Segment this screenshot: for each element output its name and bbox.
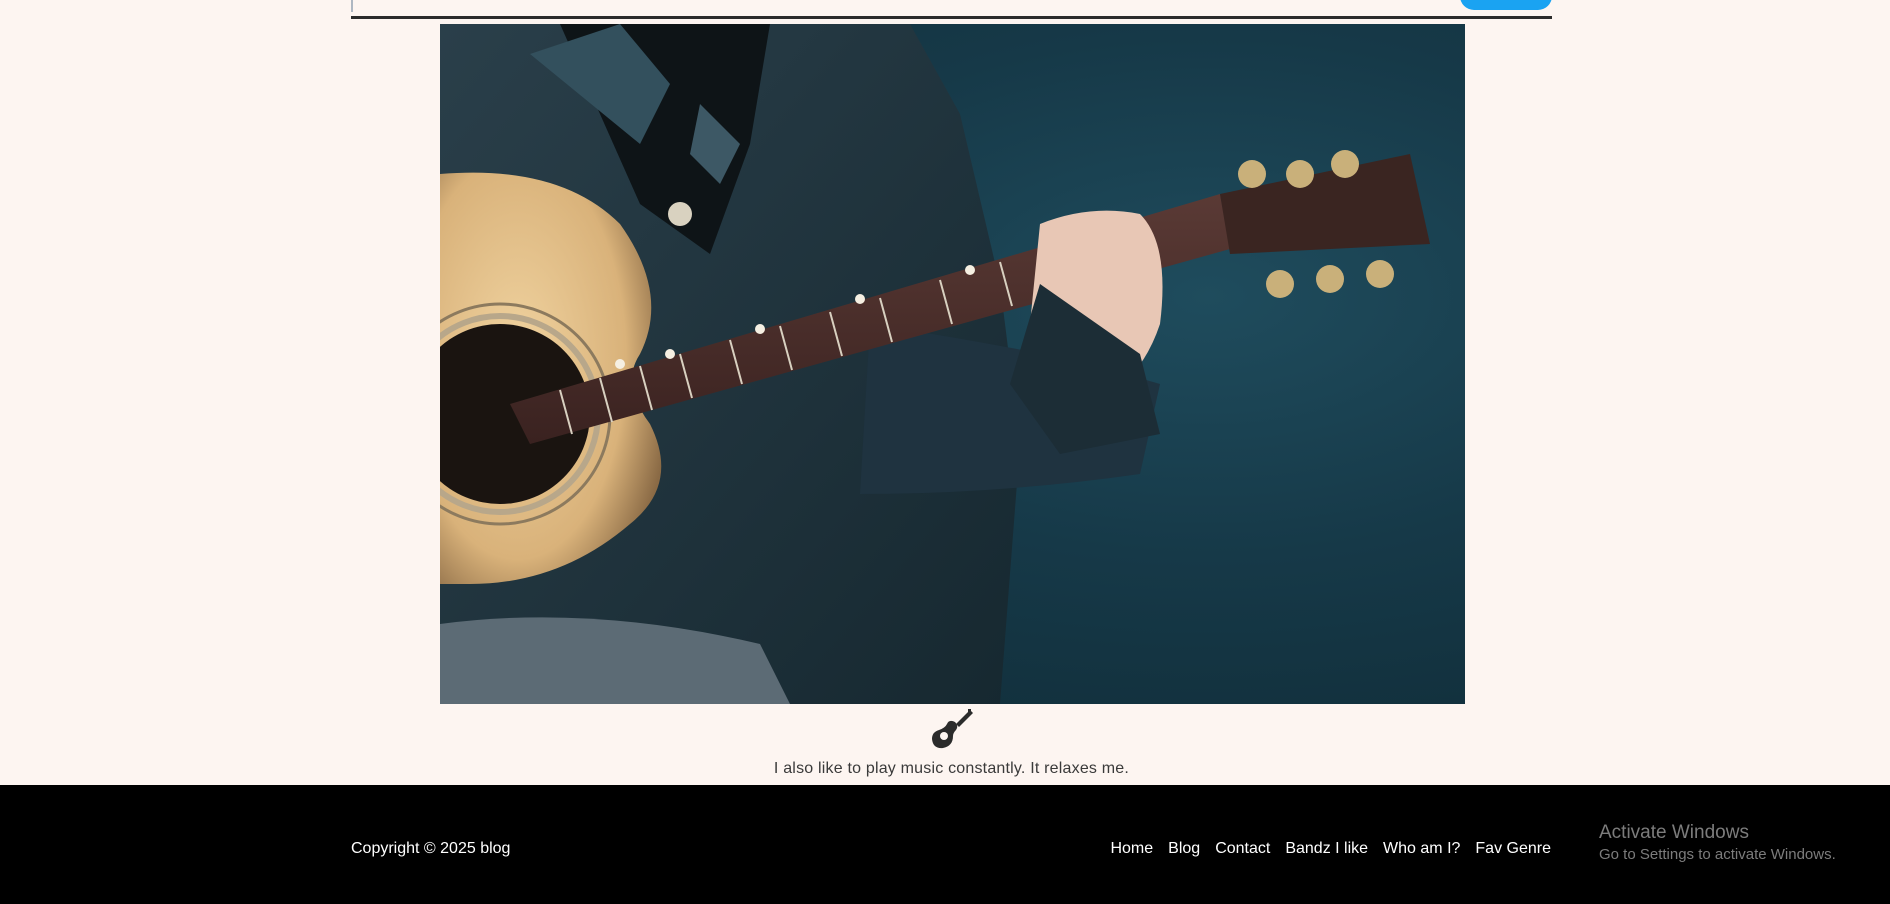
- footer-link-contact[interactable]: Contact: [1215, 840, 1270, 858]
- search-bar: [351, 0, 1552, 19]
- footer-link-bands[interactable]: Bandz I like: [1285, 840, 1368, 858]
- page: I also like to play music constantly. It…: [0, 0, 1890, 904]
- caption-text: I also like to play music constantly. It…: [773, 760, 1130, 777]
- footer-link-fav-genre[interactable]: Fav Genre: [1475, 840, 1551, 858]
- footer-nav: Home Blog Contact Bandz I like Who am I?…: [1110, 840, 1551, 858]
- activate-windows-subtitle: Go to Settings to activate Windows.: [1599, 846, 1836, 863]
- hero-image: [440, 24, 1465, 704]
- hero-photo: [440, 24, 1430, 704]
- footer-link-blog[interactable]: Blog: [1168, 840, 1200, 858]
- copyright-text: Copyright © 2025 blog: [351, 840, 511, 857]
- activate-windows-title: Activate Windows: [1599, 822, 1749, 843]
- guitar-icon: [932, 709, 973, 749]
- search-button[interactable]: [1460, 0, 1552, 10]
- activate-windows-watermark: Activate Windows Go to Settings to activ…: [1599, 821, 1836, 865]
- footer: Copyright © 2025 blog Home Blog Contact …: [0, 785, 1890, 904]
- footer-link-home[interactable]: Home: [1110, 840, 1153, 858]
- search-input[interactable]: [351, 0, 1459, 12]
- footer-link-who-am-i[interactable]: Who am I?: [1383, 840, 1460, 858]
